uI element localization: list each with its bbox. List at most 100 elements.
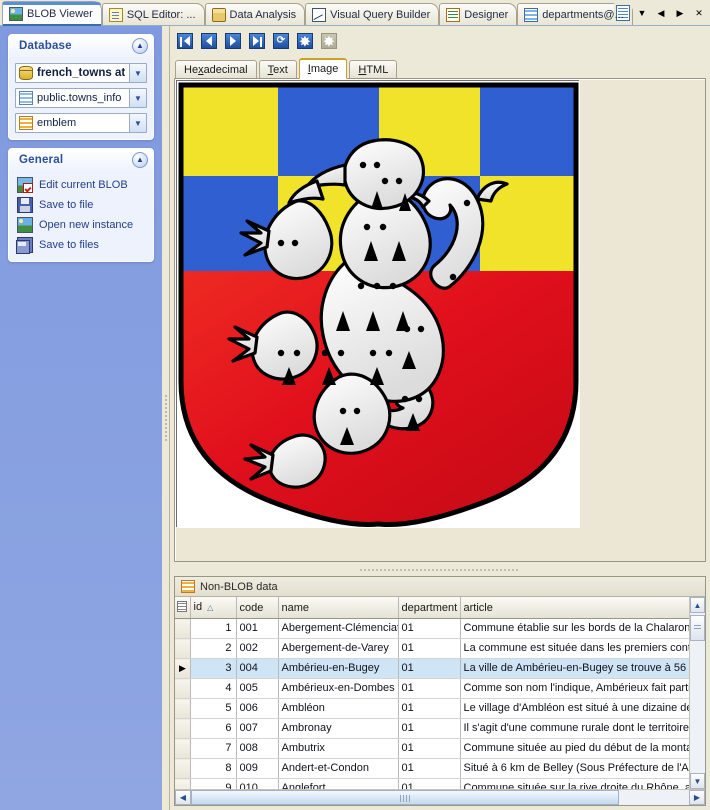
cell-name[interactable]: Anglefort (278, 778, 399, 789)
cell-name[interactable]: Abergement-de-Varey (278, 638, 399, 659)
cell-article[interactable]: Commune établie sur les bords de la Chal… (460, 618, 705, 639)
set-null-button[interactable]: ✸ (294, 30, 316, 52)
cell-id[interactable]: 8 (190, 758, 237, 779)
view-tab-image[interactable]: Image (298, 58, 348, 79)
cell-name[interactable]: Ambérieux-en-Dombes (278, 678, 399, 699)
column-combo-arrow[interactable]: ▼ (129, 114, 146, 132)
cell-article[interactable]: Comme son nom l'indique, Ambérieux fait … (460, 678, 705, 699)
grid-horizontal-scrollbar[interactable]: ◀ ▶ (175, 789, 705, 805)
row-indicator[interactable] (175, 698, 191, 719)
tab-menu-button[interactable]: ▼ (633, 3, 651, 23)
database-combo-arrow[interactable]: ▼ (129, 64, 146, 82)
grid-vertical-scrollbar[interactable]: ▲ ▼ (689, 597, 705, 789)
save-to-file-action[interactable]: Save to file (13, 195, 151, 215)
last-record-button[interactable] (246, 30, 268, 52)
table-row[interactable]: 8 009 Andert-et-Condon 01 Situé à 6 km de Be… (175, 758, 705, 779)
cell-department[interactable]: 01 (398, 758, 461, 779)
cell-department[interactable]: 01 (398, 678, 461, 699)
table-row[interactable]: 2 002 Abergement-de-Varey 01 La commune est … (175, 638, 705, 659)
cell-code[interactable]: 006 (236, 698, 279, 719)
view-tab-hexadecimal[interactable]: Hexadecimal (175, 60, 257, 79)
column-combo[interactable]: emblem ▼ (15, 113, 147, 133)
cell-code[interactable]: 007 (236, 718, 279, 739)
row-indicator[interactable] (175, 618, 191, 639)
row-indicator[interactable] (175, 718, 191, 739)
column-header-name[interactable]: name (278, 597, 399, 619)
cell-department[interactable]: 01 (398, 738, 461, 759)
cell-id[interactable]: 7 (190, 738, 237, 759)
sidebar-splitter[interactable] (162, 26, 170, 810)
cell-article[interactable]: Commune située au pied du début de la mo… (460, 738, 705, 759)
column-header-article[interactable]: article (460, 597, 705, 619)
cell-article[interactable]: Le village d'Ambléon est situé à une diz… (460, 698, 705, 719)
cell-name[interactable]: Ambronay (278, 718, 399, 739)
save-to-files-action[interactable]: Save to files (13, 235, 151, 255)
cell-id[interactable]: 4 (190, 678, 237, 699)
database-combo[interactable]: french_towns at ▼ (15, 63, 147, 83)
grid-splitter[interactable] (174, 564, 706, 576)
view-tab-text[interactable]: Text (258, 60, 297, 79)
table-row[interactable]: 9 010 Anglefort 01 Commune située sur la riv… (175, 778, 705, 789)
horizontal-scroll-track[interactable] (191, 790, 689, 805)
horizontal-scroll-thumb[interactable] (191, 790, 620, 805)
cell-article[interactable]: La ville de Ambérieu-en-Bugey se trouve … (460, 658, 705, 679)
cell-id[interactable]: 3 (190, 658, 237, 679)
table-row[interactable]: 1 001 Abergement-Clémenciat 01 Commune établ… (175, 618, 705, 639)
cell-department[interactable]: 01 (398, 658, 461, 679)
collapse-database-panel-button[interactable]: ▲ (132, 38, 148, 54)
tab-designer[interactable]: Designer (439, 3, 518, 25)
cell-department[interactable]: 01 (398, 618, 461, 639)
table-row[interactable]: ▶ 3 004 Ambérieu-en-Bugey 01 La ville de Ambé… (175, 658, 705, 679)
cell-name[interactable]: Ambérieu-en-Bugey (278, 658, 399, 679)
table-combo-arrow[interactable]: ▼ (129, 89, 146, 107)
table-row[interactable]: 6 007 Ambronay 01 Il s'agit d'une commune ru… (175, 718, 705, 739)
view-tab-html[interactable]: HTML (349, 60, 398, 79)
table-row[interactable]: 5 006 Ambléon 01 Le village d'Ambléon est si… (175, 698, 705, 719)
collapse-general-panel-button[interactable]: ▲ (132, 152, 148, 168)
cell-id[interactable]: 5 (190, 698, 237, 719)
cell-code[interactable]: 005 (236, 678, 279, 699)
cell-id[interactable]: 1 (190, 618, 237, 639)
cell-id[interactable]: 6 (190, 718, 237, 739)
scroll-tabs-left-button[interactable]: ◀ (652, 3, 670, 23)
cell-code[interactable]: 004 (236, 658, 279, 679)
column-header-id[interactable]: id △ (190, 597, 237, 619)
next-record-button[interactable] (222, 30, 244, 52)
cell-article[interactable]: Situé à 6 km de Belley (Sous Préfecture … (460, 758, 705, 779)
row-indicator[interactable] (175, 758, 191, 779)
tab-sql-editor[interactable]: SQL Editor: ... (101, 3, 205, 25)
row-indicator[interactable] (175, 638, 191, 659)
table-row[interactable]: 7 008 Ambutrix 01 Commune située au pied du … (175, 738, 705, 759)
tab-visual-query-builder[interactable]: Visual Query Builder (305, 3, 440, 25)
cell-id[interactable]: 2 (190, 638, 237, 659)
cell-code[interactable]: 009 (236, 758, 279, 779)
previous-record-button[interactable] (198, 30, 220, 52)
row-indicator[interactable]: ▶ (175, 658, 191, 679)
column-header-code[interactable]: code (236, 597, 279, 619)
scroll-up-button[interactable]: ▲ (690, 597, 705, 613)
scroll-down-button[interactable]: ▼ (690, 773, 705, 789)
cell-code[interactable]: 008 (236, 738, 279, 759)
cell-id[interactable]: 9 (190, 778, 237, 789)
scroll-right-button[interactable]: ▶ (689, 790, 705, 805)
row-indicator[interactable] (175, 778, 191, 789)
first-record-button[interactable] (174, 30, 196, 52)
tab-data-analysis[interactable]: Data Analysis (204, 3, 306, 25)
cell-department[interactable]: 01 (398, 718, 461, 739)
table-combo[interactable]: public.towns_info ▼ (15, 88, 147, 108)
vertical-scroll-track[interactable] (690, 613, 705, 773)
cell-name[interactable]: Ambléon (278, 698, 399, 719)
edit-current-blob-action[interactable]: Edit current BLOB (13, 175, 151, 195)
cell-code[interactable]: 001 (236, 618, 279, 639)
cell-article[interactable]: Commune située sur la rive droite du Rhô… (460, 778, 705, 789)
open-new-instance-action[interactable]: Open new instance (13, 215, 151, 235)
close-tab-button[interactable]: ✕ (690, 3, 708, 23)
scroll-left-button[interactable]: ◀ (175, 790, 191, 805)
cell-article[interactable]: Il s'agit d'une commune rurale dont le t… (460, 718, 705, 739)
row-indicator[interactable] (175, 678, 191, 699)
row-indicator-header[interactable] (175, 597, 191, 619)
column-header-department[interactable]: department (398, 597, 461, 619)
cell-code[interactable]: 010 (236, 778, 279, 789)
cell-department[interactable]: 01 (398, 638, 461, 659)
table-row[interactable]: 4 005 Ambérieux-en-Dombes 01 Comme son nom l… (175, 678, 705, 699)
